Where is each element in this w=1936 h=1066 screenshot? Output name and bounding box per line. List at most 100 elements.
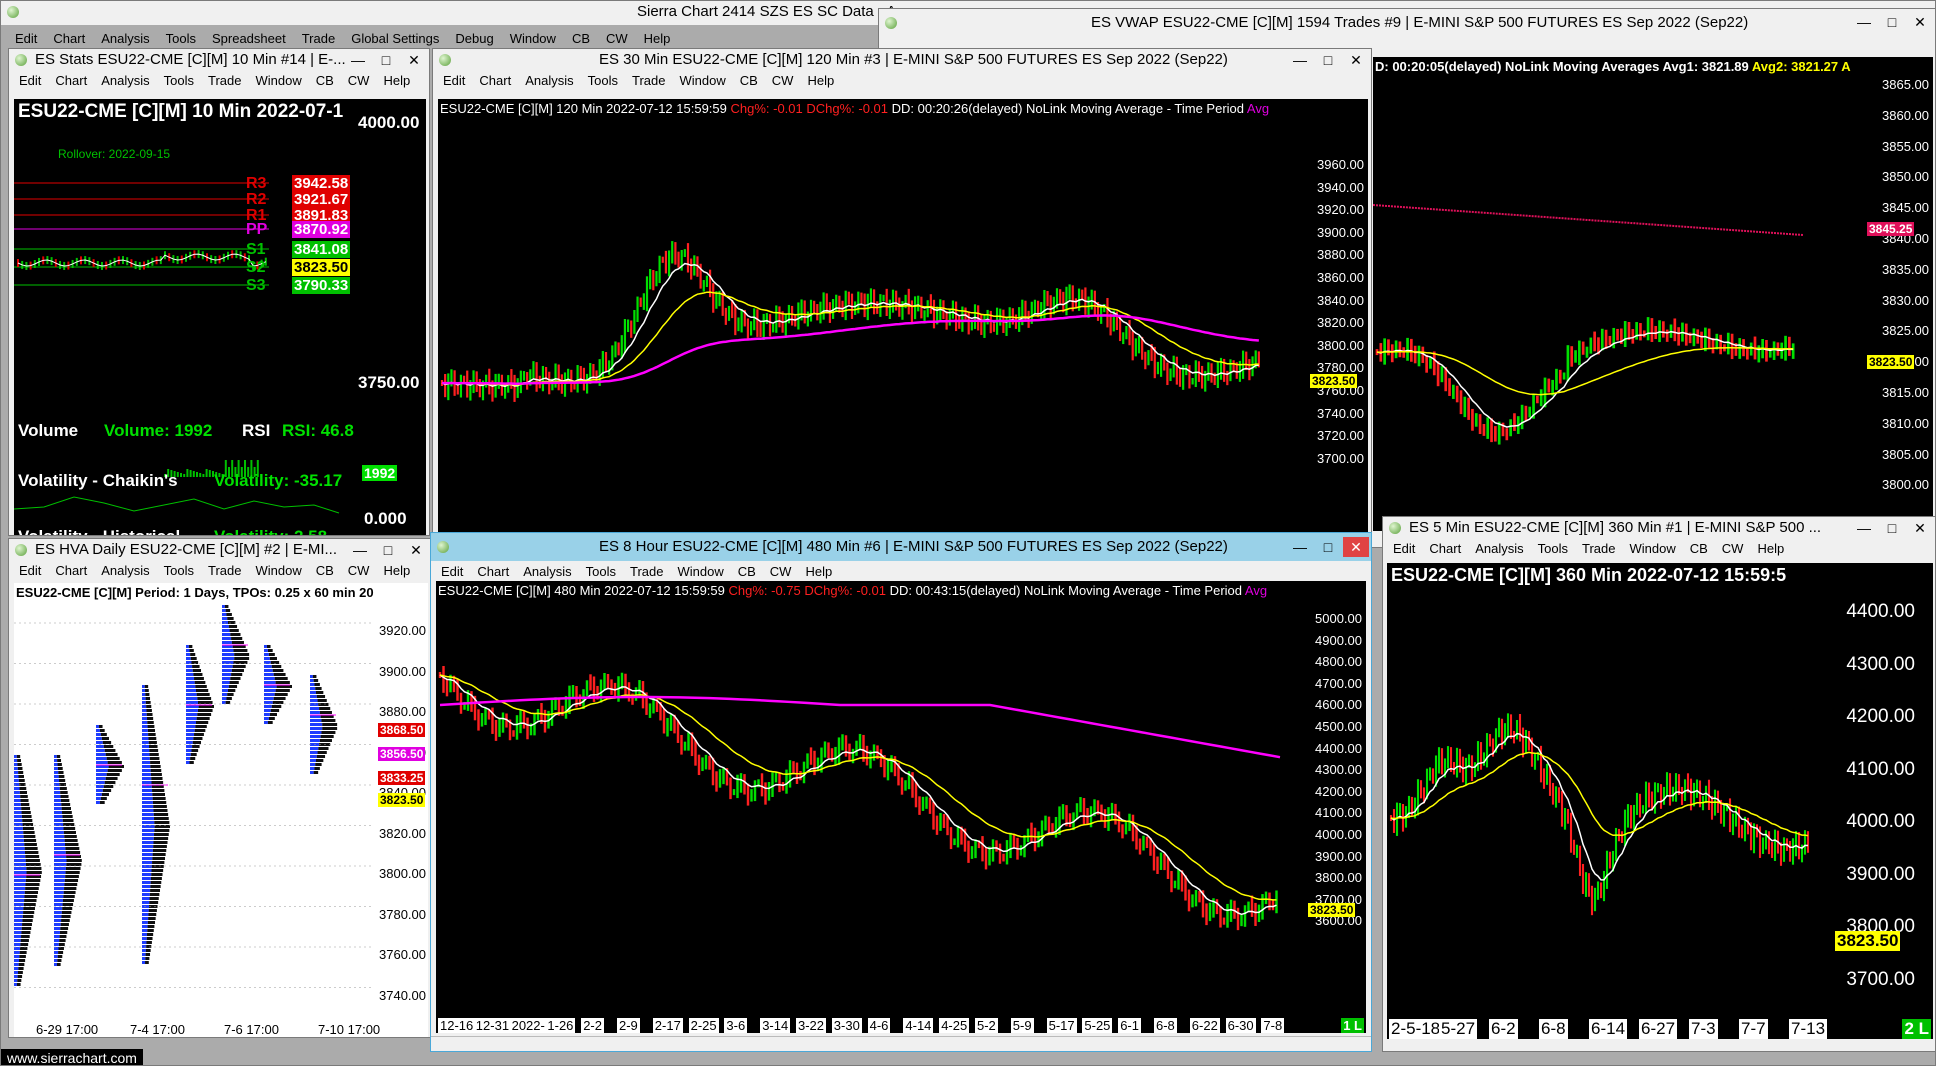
close-button[interactable]: ✕ xyxy=(1343,537,1369,557)
menu-item[interactable]: CW xyxy=(348,73,370,88)
menu-item[interactable]: Analysis xyxy=(1475,541,1523,556)
y-tick-label: 3815.00 xyxy=(1882,385,1929,400)
menu-item[interactable]: Edit xyxy=(19,73,41,88)
maximize-button[interactable]: □ xyxy=(1879,12,1905,32)
main-menu-item[interactable]: Window xyxy=(510,31,556,46)
menu-item[interactable]: Window xyxy=(677,564,723,579)
close-button[interactable]: ✕ xyxy=(1343,50,1369,70)
y-tick-label: 3920.00 xyxy=(1317,202,1364,218)
menu-item[interactable]: Help xyxy=(1757,541,1784,556)
menu-item[interactable]: Edit xyxy=(443,73,465,88)
menu-item[interactable]: CW xyxy=(348,563,370,578)
menu-item[interactable]: CW xyxy=(770,564,792,579)
menu-item[interactable]: Analysis xyxy=(101,563,149,578)
chart-8hour-plot[interactable]: ESU22-CME [C][M] 480 Min 2022-07-12 15:5… xyxy=(436,581,1366,1033)
menu-item[interactable]: CB xyxy=(738,564,756,579)
minimize-button[interactable]: — xyxy=(1851,12,1877,32)
maximize-button[interactable]: □ xyxy=(1315,537,1341,557)
menu-item[interactable]: Tools xyxy=(588,73,618,88)
menu-item[interactable]: Trade xyxy=(208,563,241,578)
main-menu-item[interactable]: Help xyxy=(644,31,671,46)
vwap-chart[interactable]: D: 00:20:05(delayed) NoLink Moving Avera… xyxy=(1373,57,1933,531)
close-button[interactable]: ✕ xyxy=(1907,12,1933,32)
stats-chart[interactable]: ESU22-CME [C][M] 10 Min 2022-07-1 Rollov… xyxy=(14,99,426,535)
menu-item[interactable]: Tools xyxy=(164,73,194,88)
chart-8hour-menu: Edit Chart Analysis Tools Trade Window CB CW Hel… xyxy=(431,563,1371,581)
menu-item[interactable]: Edit xyxy=(441,564,463,579)
menu-item[interactable]: Window xyxy=(255,73,301,88)
menu-item[interactable]: Edit xyxy=(1393,541,1415,556)
maximize-button[interactable]: □ xyxy=(1315,50,1341,70)
main-menu-item[interactable]: Debug xyxy=(455,31,493,46)
menu-item[interactable]: Chart xyxy=(55,563,87,578)
minimize-button[interactable]: — xyxy=(1287,50,1313,70)
y-tick-label: 3830.00 xyxy=(1882,292,1929,308)
menu-item[interactable]: Help xyxy=(805,564,832,579)
stats-zero: 0.000 xyxy=(364,509,407,528)
chart-5min-plot[interactable]: ESU22-CME [C][M] 360 Min 2022-07-12 15:5… xyxy=(1387,563,1933,1039)
stats-title-bar[interactable]: ES Stats ESU22-CME [C][M] 10 Min #14 | E… xyxy=(9,49,429,71)
minimize-button[interactable]: — xyxy=(345,50,371,70)
menu-item[interactable]: Window xyxy=(255,563,301,578)
horizontal-scrollbar[interactable] xyxy=(431,1036,1371,1051)
menu-item[interactable]: Help xyxy=(383,563,410,578)
menu-item[interactable]: Tools xyxy=(1538,541,1568,556)
menu-item[interactable]: CB xyxy=(1690,541,1708,556)
hva-chart[interactable]: ESU22-CME [C][M] Period: 1 Days, TPOs: 0… xyxy=(14,583,428,1037)
menu-item[interactable]: Window xyxy=(1629,541,1675,556)
menu-item[interactable]: Edit xyxy=(19,563,41,578)
main-menu-item[interactable]: Trade xyxy=(302,31,335,46)
minimize-button[interactable]: — xyxy=(347,540,373,560)
close-button[interactable]: ✕ xyxy=(1907,518,1933,538)
menu-item[interactable]: Trade xyxy=(1582,541,1615,556)
menu-item[interactable]: Chart xyxy=(479,73,511,88)
maximize-button[interactable]: □ xyxy=(375,540,401,560)
close-button[interactable]: ✕ xyxy=(403,540,429,560)
main-menu-item[interactable]: Spreadsheet xyxy=(212,31,286,46)
main-menu-item[interactable]: Chart xyxy=(53,31,85,46)
main-menu-item[interactable]: Edit xyxy=(15,31,37,46)
minimize-button[interactable]: — xyxy=(1287,537,1313,557)
chart-30min-plot[interactable]: ESU22-CME [C][M] 120 Min 2022-07-12 15:5… xyxy=(438,99,1368,535)
maximize-button[interactable]: □ xyxy=(373,50,399,70)
menu-item[interactable]: Trade xyxy=(208,73,241,88)
y-tick-label: 4600.00 xyxy=(1315,697,1362,713)
main-menu-item[interactable]: Tools xyxy=(166,31,196,46)
chart-8hour-title-bar[interactable]: ES 8 Hour ESU22-CME [C][M] 480 Min #6 | … xyxy=(431,533,1371,561)
main-menu-item[interactable]: CW xyxy=(606,31,628,46)
chart-5min-title-bar[interactable]: ES 5 Min ESU22-CME [C][M] 360 Min #1 | E… xyxy=(1383,517,1935,539)
menu-item[interactable]: Chart xyxy=(477,564,509,579)
menu-item[interactable]: CB xyxy=(316,563,334,578)
minimize-button[interactable]: — xyxy=(1851,518,1877,538)
menu-item[interactable]: Trade xyxy=(632,73,665,88)
menu-item[interactable]: Window xyxy=(679,73,725,88)
maximize-button[interactable]: □ xyxy=(1879,518,1905,538)
menu-item[interactable]: Analysis xyxy=(523,564,571,579)
main-menu-item[interactable]: Global Settings xyxy=(351,31,439,46)
menu-item[interactable]: Chart xyxy=(1429,541,1461,556)
x-tick-label: 2-2 xyxy=(581,1018,604,1033)
vwap-title-bar[interactable]: ES VWAP ESU22-CME [C][M] 1594 Trades #9 … xyxy=(879,9,1935,37)
x-tick-label: 6-30 xyxy=(1225,1018,1256,1033)
chart-30min-title-bar[interactable]: ES 30 Min ESU22-CME [C][M] 120 Min #3 | … xyxy=(433,49,1371,71)
x-tick-label: 4-14 xyxy=(903,1018,934,1033)
menu-item[interactable]: Help xyxy=(807,73,834,88)
corner-indicator: 1 L xyxy=(1341,1018,1364,1033)
x-tick-label: 6-27 xyxy=(1639,1019,1678,1039)
menu-item[interactable]: Tools xyxy=(586,564,616,579)
menu-item[interactable]: Trade xyxy=(630,564,663,579)
menu-item[interactable]: Help xyxy=(383,73,410,88)
menu-item[interactable]: CW xyxy=(772,73,794,88)
menu-item[interactable]: CB xyxy=(316,73,334,88)
main-menu-item[interactable]: CB xyxy=(572,31,590,46)
y-tick-label: 3820.00 xyxy=(379,825,426,841)
menu-item[interactable]: CW xyxy=(1722,541,1744,556)
close-button[interactable]: ✕ xyxy=(401,50,427,70)
menu-item[interactable]: Analysis xyxy=(101,73,149,88)
menu-item[interactable]: Chart xyxy=(55,73,87,88)
menu-item[interactable]: Analysis xyxy=(525,73,573,88)
hva-title-bar[interactable]: ES HVA Daily ESU22-CME [C][M] #2 | E-MI.… xyxy=(9,539,431,561)
menu-item[interactable]: CB xyxy=(740,73,758,88)
main-menu-item[interactable]: Analysis xyxy=(101,31,149,46)
menu-item[interactable]: Tools xyxy=(164,563,194,578)
